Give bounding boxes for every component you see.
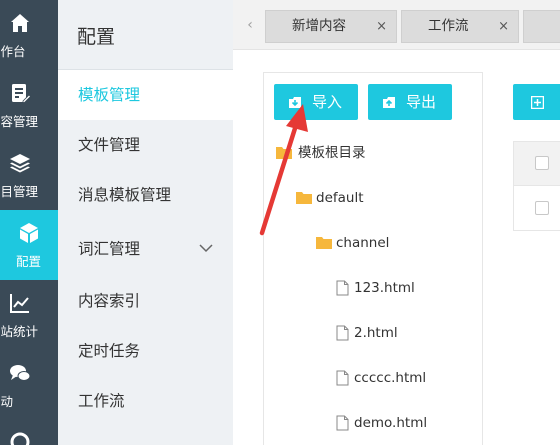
menu-item-label: 消息模板管理 bbox=[78, 186, 172, 204]
rail-label: 互动 bbox=[0, 394, 14, 409]
rail-item-content[interactable]: 内容管理 bbox=[0, 70, 58, 140]
submenu-title: 配置 bbox=[77, 26, 116, 48]
cube-icon bbox=[20, 223, 38, 243]
config-submenu: 配置 模板管理 文件管理 消息模板管理 词汇管理 内容索引 定时任务 工作流 bbox=[58, 0, 233, 445]
tree-node-label: 123.html bbox=[354, 280, 415, 296]
rail-item-workbench[interactable]: 工作台 bbox=[0, 0, 58, 70]
home-icon bbox=[11, 14, 29, 32]
rail-item-statistics[interactable]: 网站统计 bbox=[0, 280, 58, 350]
menu-item-vocabulary[interactable]: 词汇管理 bbox=[58, 224, 233, 274]
tree-node-label: 2.html bbox=[354, 325, 398, 341]
annotation-arrow-icon bbox=[259, 104, 308, 236]
settings-icon bbox=[10, 432, 30, 445]
tab-workflow[interactable]: 工作流 × bbox=[401, 10, 519, 43]
document-edit-icon bbox=[12, 84, 32, 103]
chat-icon bbox=[10, 365, 31, 381]
add-button[interactable] bbox=[513, 84, 560, 120]
table-header bbox=[514, 142, 560, 186]
rail-item-more[interactable] bbox=[0, 420, 58, 445]
line-chart-icon bbox=[10, 294, 29, 313]
select-all-checkbox[interactable] bbox=[535, 156, 549, 170]
tab-new-content[interactable]: 新增内容 × bbox=[265, 10, 397, 43]
menu-item-template-management[interactable]: 模板管理 bbox=[58, 70, 233, 120]
menu-item-workflow[interactable]: 工作流 bbox=[58, 376, 233, 426]
menu-item-scheduled-tasks[interactable]: 定时任务 bbox=[58, 326, 233, 376]
tree-node-label: channel bbox=[336, 235, 390, 251]
menu-item-label: 定时任务 bbox=[78, 342, 141, 360]
row-checkbox[interactable] bbox=[535, 201, 549, 215]
menu-item-label: 模板管理 bbox=[78, 86, 141, 104]
menu-item-label: 工作流 bbox=[78, 392, 125, 410]
add-icon bbox=[531, 96, 544, 109]
close-icon[interactable]: × bbox=[498, 11, 509, 42]
tree-node-label: demo.html bbox=[354, 415, 428, 431]
rail-item-columns[interactable]: 栏目管理 bbox=[0, 140, 58, 210]
rail-item-config[interactable]: 配置 bbox=[0, 210, 58, 280]
rail-label: 网站统计 bbox=[0, 324, 39, 339]
menu-item-label: 内容索引 bbox=[78, 292, 141, 310]
file-icon bbox=[336, 370, 349, 386]
tab-scroll-left-icon[interactable]: ‹ bbox=[238, 13, 262, 37]
menu-item-label: 文件管理 bbox=[78, 136, 141, 154]
tree-node-label: ccccc.html bbox=[354, 370, 427, 386]
menu-item-file-management[interactable]: 文件管理 bbox=[58, 120, 233, 170]
rail-label: 栏目管理 bbox=[0, 184, 39, 199]
file-icon bbox=[336, 280, 349, 296]
chevron-down-icon bbox=[199, 244, 213, 253]
layers-icon bbox=[10, 154, 30, 173]
export-icon bbox=[383, 97, 395, 108]
tab-label: 新增内容 bbox=[292, 18, 346, 34]
rail-label: 配置 bbox=[16, 254, 42, 269]
file-icon bbox=[336, 415, 349, 431]
file-icon bbox=[336, 325, 349, 341]
menu-item-content-index[interactable]: 内容索引 bbox=[58, 276, 233, 326]
rail-label: 内容管理 bbox=[0, 114, 39, 129]
rail-label: 工作台 bbox=[0, 44, 26, 59]
menu-item-label: 词汇管理 bbox=[78, 240, 141, 258]
tab-partial[interactable] bbox=[523, 10, 560, 43]
menu-item-message-templates[interactable]: 消息模板管理 bbox=[58, 170, 233, 220]
tab-label: 工作流 bbox=[428, 18, 469, 34]
close-icon[interactable]: × bbox=[376, 11, 387, 42]
export-label: 导出 bbox=[406, 93, 437, 111]
tab-bar: ‹ 新增内容 × 工作流 × bbox=[233, 0, 560, 50]
icon-rail: 工作台 内容管理 栏目管理 配置 网站统计 bbox=[0, 0, 58, 445]
rail-item-interaction[interactable]: 互动 bbox=[0, 350, 58, 420]
export-button[interactable]: 导出 bbox=[368, 84, 452, 120]
template-table bbox=[513, 141, 560, 231]
